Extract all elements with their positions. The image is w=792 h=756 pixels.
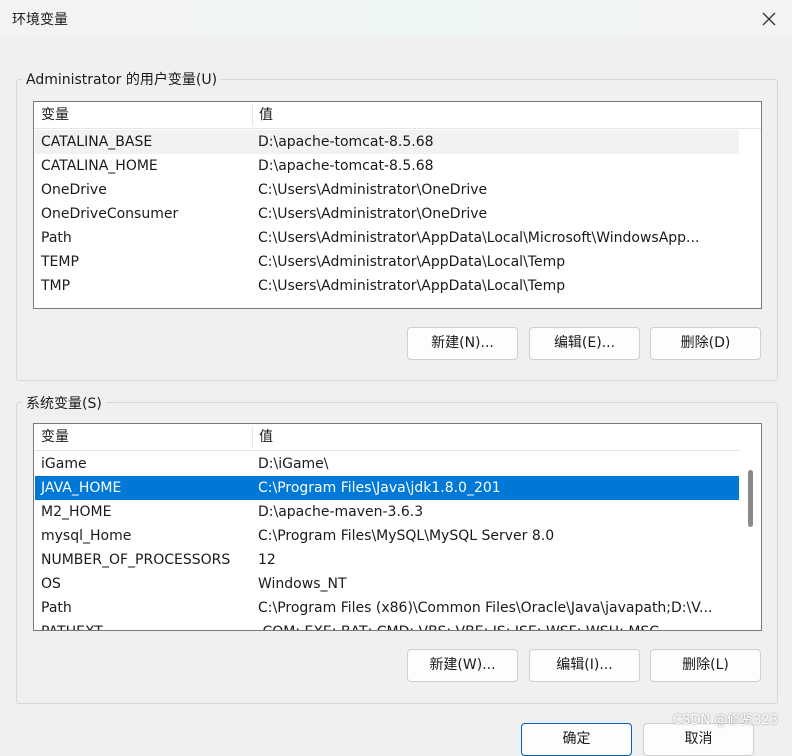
- var-value: C:\Program Files\MySQL\MySQL Server 8.0: [258, 528, 555, 544]
- table-row[interactable]: Path C:\Program Files (x86)\Common Files…: [35, 596, 739, 620]
- table-row[interactable]: CATALINA_BASE D:\apache-tomcat-8.5.68: [35, 130, 739, 154]
- title-bar: 环境变量: [0, 0, 792, 38]
- var-name: Path: [41, 600, 72, 616]
- var-name: OneDrive: [41, 182, 107, 198]
- system-vars-list[interactable]: 变量 值 iGame D:\iGame\ JAVA_HOME C:\Progra…: [33, 423, 762, 631]
- column-header-value[interactable]: 值: [253, 424, 733, 451]
- close-icon: [762, 12, 776, 26]
- column-header-name[interactable]: 变量: [35, 424, 252, 451]
- table-row[interactable]: PATHEXT .COM;.EXE;.BAT;.CMD;.VBS;.VBE;.J…: [35, 620, 739, 630]
- var-value: C:\Program Files\Java\jdk1.8.0_201: [258, 480, 501, 496]
- var-value: C:\Users\Administrator\AppData\Local\Tem…: [258, 254, 566, 270]
- var-name: TMP: [41, 278, 71, 294]
- var-name: iGame: [41, 456, 87, 472]
- list-header: 变量 值: [34, 102, 761, 129]
- user-delete-button[interactable]: 删除(D): [650, 327, 761, 360]
- user-vars-group-label: Administrator 的用户变量(U): [22, 69, 222, 89]
- system-vars-group-label: 系统变量(S): [22, 393, 106, 413]
- list-header: 变量 值: [34, 424, 761, 451]
- var-name: CATALINA_HOME: [41, 158, 158, 174]
- var-name: Path: [41, 230, 72, 246]
- var-value: D:\apache-tomcat-8.5.68: [258, 158, 434, 174]
- user-vars-list[interactable]: 变量 值 CATALINA_BASE D:\apache-tomcat-8.5.…: [33, 101, 762, 309]
- var-value: D:\iGame\: [258, 456, 329, 472]
- var-value: C:\Users\Administrator\AppData\Local\Mic…: [258, 230, 700, 246]
- var-value: 12: [258, 552, 276, 568]
- system-edit-button[interactable]: 编辑(I)...: [529, 649, 640, 682]
- var-name: JAVA_HOME: [41, 480, 122, 496]
- var-value: C:\Program Files (x86)\Common Files\Orac…: [258, 600, 713, 616]
- table-row[interactable]: iGame D:\iGame\: [35, 452, 739, 476]
- table-row[interactable]: M2_HOME D:\apache-maven-3.6.3: [35, 500, 739, 524]
- var-name: OneDriveConsumer: [41, 206, 179, 222]
- system-new-button[interactable]: 新建(W)...: [407, 649, 518, 682]
- column-header-value[interactable]: 值: [253, 102, 733, 129]
- user-new-button[interactable]: 新建(N)...: [407, 327, 518, 360]
- vertical-scrollbar[interactable]: [740, 424, 761, 630]
- table-row[interactable]: CATALINA_HOME D:\apache-tomcat-8.5.68: [35, 154, 739, 178]
- table-row[interactable]: TEMP C:\Users\Administrator\AppData\Loca…: [35, 250, 739, 274]
- var-value: D:\apache-tomcat-8.5.68: [258, 134, 434, 150]
- scrollbar-thumb[interactable]: [748, 470, 753, 527]
- system-delete-button[interactable]: 删除(L): [650, 649, 761, 682]
- var-name: OS: [41, 576, 61, 592]
- window-title: 环境变量: [12, 12, 68, 28]
- var-value: Windows_NT: [258, 576, 347, 592]
- var-name: NUMBER_OF_PROCESSORS: [41, 552, 231, 568]
- user-edit-button[interactable]: 编辑(E)...: [529, 327, 640, 360]
- var-name: mysql_Home: [41, 528, 132, 544]
- var-value: C:\Users\Administrator\AppData\Local\Tem…: [258, 278, 566, 294]
- var-name: M2_HOME: [41, 504, 112, 520]
- table-row[interactable]: Path C:\Users\Administrator\AppData\Loca…: [35, 226, 739, 250]
- table-row-selected[interactable]: JAVA_HOME C:\Program Files\Java\jdk1.8.0…: [35, 476, 739, 500]
- table-row[interactable]: OneDrive C:\Users\Administrator\OneDrive: [35, 178, 739, 202]
- var-name: CATALINA_BASE: [41, 134, 153, 150]
- var-name: PATHEXT: [41, 620, 103, 630]
- var-name: TEMP: [41, 254, 79, 270]
- var-value: C:\Users\Administrator\OneDrive: [258, 182, 488, 198]
- var-value: D:\apache-maven-3.6.3: [258, 504, 424, 520]
- watermark: CSDN @修贤323: [672, 713, 778, 728]
- table-row[interactable]: TMP C:\Users\Administrator\AppData\Local…: [35, 274, 739, 298]
- table-row[interactable]: mysql_Home C:\Program Files\MySQL\MySQL …: [35, 524, 739, 548]
- column-header-name[interactable]: 变量: [35, 102, 252, 129]
- table-row[interactable]: OneDriveConsumer C:\Users\Administrator\…: [35, 202, 739, 226]
- table-row[interactable]: NUMBER_OF_PROCESSORS 12: [35, 548, 739, 572]
- var-value: C:\Users\Administrator\OneDrive: [258, 206, 488, 222]
- var-value: .COM;.EXE;.BAT;.CMD;.VBS;.VBE;.JS;.JSE;.…: [258, 620, 738, 630]
- ok-button[interactable]: 确定: [521, 723, 632, 756]
- table-row[interactable]: OS Windows_NT: [35, 572, 739, 596]
- close-button[interactable]: [746, 0, 792, 38]
